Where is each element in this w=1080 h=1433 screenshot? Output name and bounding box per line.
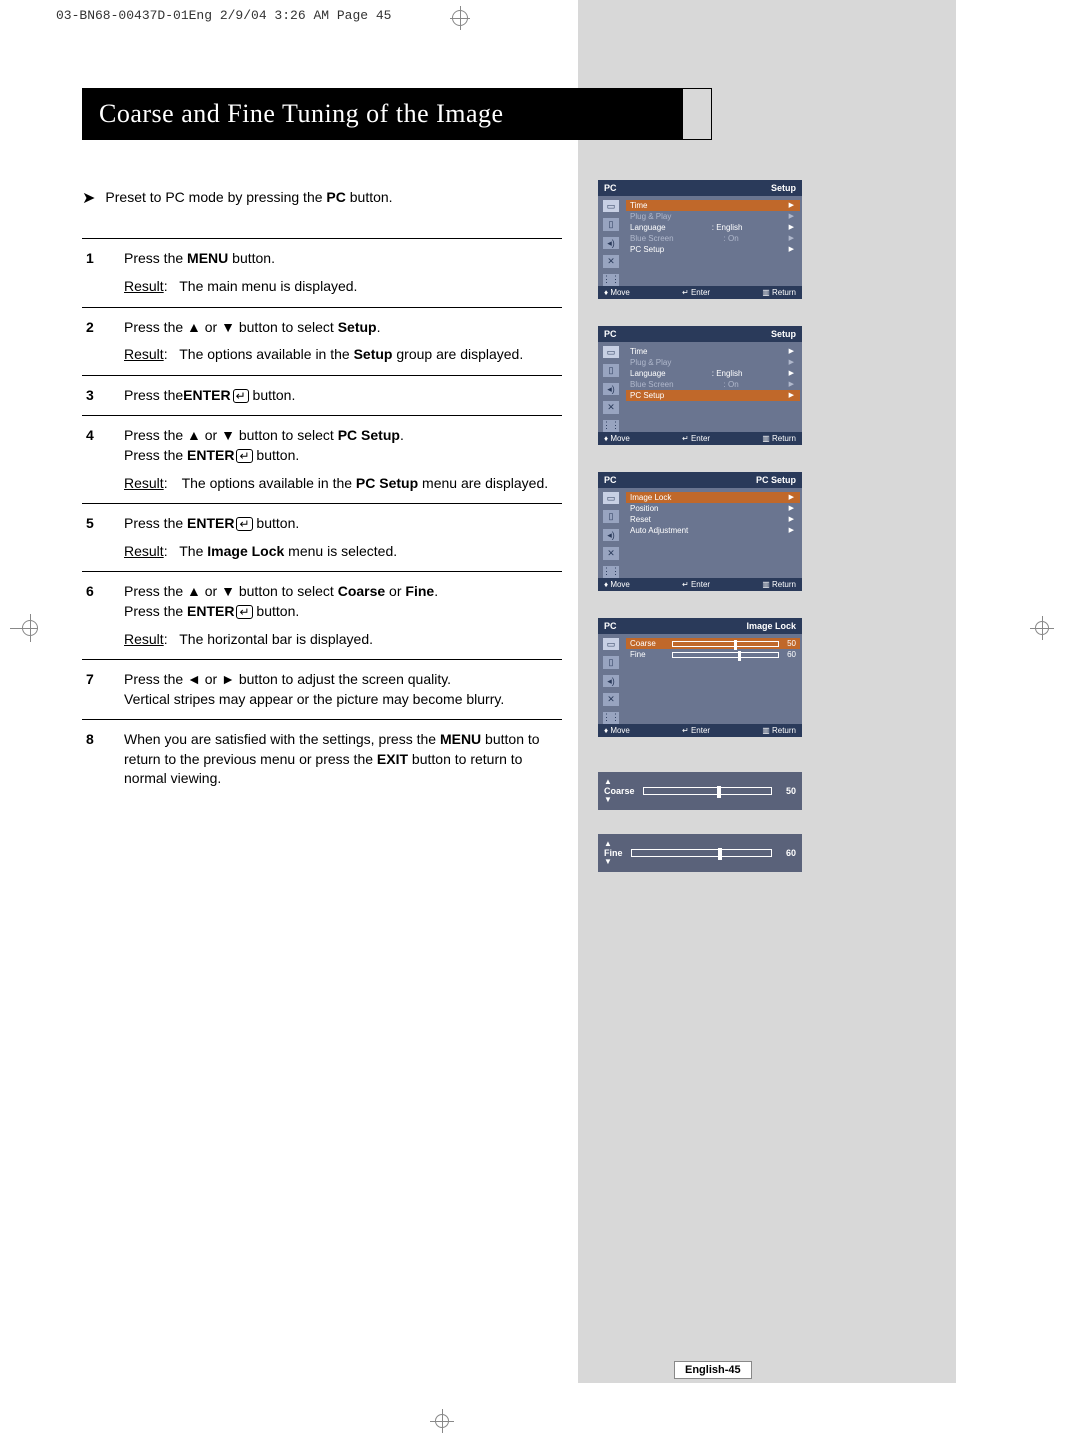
setup-icon: ✕ — [603, 693, 619, 705]
setup-icon: ✕ — [603, 255, 619, 267]
osd-row-plugplay: Plug & Play▶ — [626, 211, 800, 222]
page-label: English-45 — [674, 1361, 752, 1379]
step-5: 5 Press the ENTER↵ button. Result: The I… — [82, 503, 562, 571]
header-stamp: 03-BN68-00437D-01Eng 2/9/04 3:26 AM Page… — [56, 8, 391, 23]
content-column: ➤ Preset to PC mode by pressing the PC b… — [82, 188, 562, 799]
picture-icon: ▭ — [603, 638, 619, 650]
title-box: Coarse and Fine Tuning of the Image — [82, 88, 712, 140]
step-num: 7 — [82, 670, 108, 709]
coarse-slider-panel: ▲ Coarse ▼ 50 — [598, 772, 802, 810]
picture-icon: ▭ — [603, 200, 619, 212]
picture-icon: ▭ — [603, 346, 619, 358]
sound-icon: ▯ — [603, 364, 619, 376]
step-4: 4 Press the ▲ or ▼ button to select PC S… — [82, 415, 562, 503]
adjust-icon: ⋮⋮ — [603, 274, 619, 286]
osd-icon-rail: ▭ ▯ ◂) ✕ ⋮⋮ — [598, 196, 624, 286]
osd-row-reset: Reset▶ — [626, 514, 800, 525]
step-3: 3 Press theENTER↵ button. — [82, 375, 562, 416]
up-arrow-icon: ▲ — [604, 840, 612, 848]
note-arrow-icon: ➤ — [82, 188, 95, 210]
fine-slider — [672, 652, 779, 658]
setup-icon: ✕ — [603, 547, 619, 559]
sound-icon: ▯ — [603, 510, 619, 522]
osd-imagelock: PCImage Lock ▭ ▯ ◂) ✕ ⋮⋮ Coarse 50 Fine … — [598, 618, 802, 737]
osd-row-imagelock: Image Lock▶ — [626, 492, 800, 503]
osd-setup-2: PCSetup ▭ ▯ ◂) ✕ ⋮⋮ Time▶ Plug & Play▶ L… — [598, 326, 802, 445]
up-arrow-icon: ▲ — [604, 778, 612, 786]
page-title: Coarse and Fine Tuning of the Image — [83, 89, 683, 139]
channel-icon: ◂) — [603, 383, 619, 395]
note-row: ➤ Preset to PC mode by pressing the PC b… — [82, 188, 562, 210]
picture-icon: ▭ — [603, 492, 619, 504]
coarse-slider — [672, 641, 779, 647]
enter-icon: ↵ — [236, 449, 252, 463]
osd-row-autoadj: Auto Adjustment▶ — [626, 525, 800, 536]
osd-setup-1: PCSetup ▭ ▯ ◂) ✕ ⋮⋮ Time▶ Plug & Play▶ L… — [598, 180, 802, 299]
note-text: Preset to PC mode by pressing the PC but… — [105, 188, 392, 208]
adjust-icon: ⋮⋮ — [603, 712, 619, 724]
channel-icon: ◂) — [603, 237, 619, 249]
step-6: 6 Press the ▲ or ▼ button to select Coar… — [82, 571, 562, 659]
coarse-slider-bar — [643, 787, 772, 795]
step-num: 2 — [82, 318, 108, 365]
enter-icon: ↵ — [233, 389, 249, 403]
osd-row-coarse: Coarse 50 — [626, 638, 800, 649]
sound-icon: ▯ — [603, 656, 619, 668]
osd-pcsetup: PCPC Setup ▭ ▯ ◂) ✕ ⋮⋮ Image Lock▶ Posit… — [598, 472, 802, 591]
channel-icon: ◂) — [603, 529, 619, 541]
step-num: 1 — [82, 249, 108, 296]
fine-slider-panel: ▲ Fine ▼ 60 — [598, 834, 802, 872]
sound-icon: ▯ — [603, 218, 619, 230]
enter-icon: ↵ — [236, 605, 252, 619]
osd-row-position: Position▶ — [626, 503, 800, 514]
step-num: 8 — [82, 730, 108, 789]
step-7: 7 Press the ◄ or ► button to adjust the … — [82, 659, 562, 719]
osd-row-pcsetup: PC Setup▶ — [626, 244, 800, 255]
osd-row-bluescreen: Blue Screen: On▶ — [626, 233, 800, 244]
step-num: 4 — [82, 426, 108, 493]
down-arrow-icon: ▼ — [604, 858, 612, 866]
osd-row-language: Language: English▶ — [626, 222, 800, 233]
adjust-icon: ⋮⋮ — [603, 420, 619, 432]
osd-row-time: Time▶ — [626, 200, 800, 211]
step-2: 2 Press the ▲ or ▼ button to select Setu… — [82, 307, 562, 375]
osd-row-fine: Fine 60 — [626, 649, 800, 660]
crop-mark-top — [420, 6, 500, 34]
step-num: 3 — [82, 386, 108, 406]
fine-slider-bar — [631, 849, 772, 857]
step-num: 6 — [82, 582, 108, 649]
channel-icon: ◂) — [603, 675, 619, 687]
manual-page: 03-BN68-00437D-01Eng 2/9/04 3:26 AM Page… — [0, 0, 1080, 1425]
adjust-icon: ⋮⋮ — [603, 566, 619, 578]
osd-row-pcsetup: PC Setup▶ — [626, 390, 800, 401]
step-8: 8 When you are satisfied with the settin… — [82, 719, 562, 799]
step-1: 1 Press the MENU button. Result: The mai… — [82, 238, 562, 306]
step-num: 5 — [82, 514, 108, 561]
enter-icon: ↵ — [236, 517, 252, 531]
down-arrow-icon: ▼ — [604, 796, 612, 804]
setup-icon: ✕ — [603, 401, 619, 413]
